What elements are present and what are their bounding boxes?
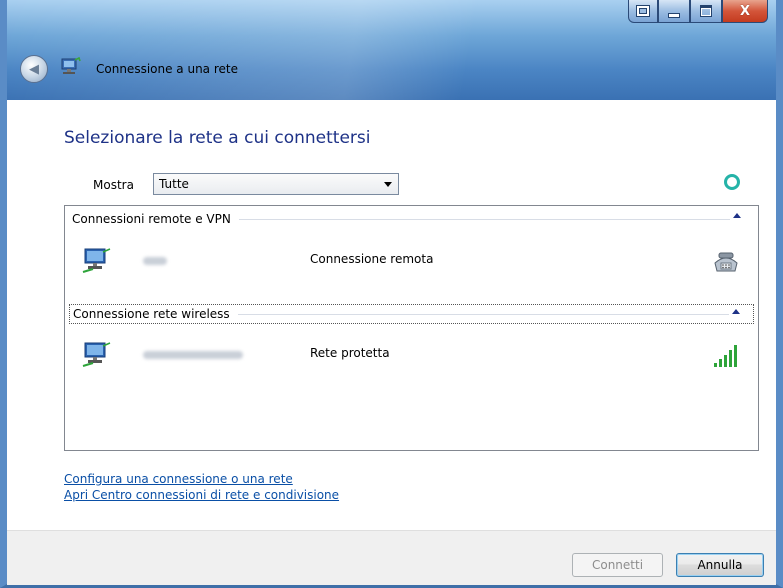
back-button[interactable]: ◀ [20,55,48,83]
group-divider [237,313,729,315]
maximize-icon [700,5,712,17]
filter-label: Mostra [93,178,134,192]
signal-strength-icon [714,345,737,367]
connect-to-network-window: X ◀ Connessione a una rete Selezionare l… [0,0,783,588]
cancel-button[interactable]: Annulla [676,553,764,577]
network-item-remote[interactable]: Connessione remota [69,239,754,283]
setup-connection-link[interactable]: Configura una connessione o una rete [64,471,339,487]
back-arrow-icon: ◀ [29,61,39,77]
network-center-link[interactable]: Apri Centro connessioni di rete e condiv… [64,487,339,503]
redacted-network-name [143,257,167,265]
button-bar: Connetti Annulla [7,530,776,585]
group-title: Connessioni remote e VPN [72,212,231,226]
minimize-icon [668,12,680,18]
switch-window-button[interactable] [628,0,658,23]
connect-button[interactable]: Connetti [572,553,663,577]
window-title: Connessione a una rete [96,62,238,76]
close-button[interactable]: X [722,0,768,23]
title-bar[interactable]: X ◀ Connessione a una rete [7,0,776,100]
collapse-chevron-icon[interactable] [733,213,741,218]
group-header-wireless[interactable]: Connessione rete wireless [69,304,754,324]
filter-selected-value: Tutte [159,177,189,191]
minimize-button[interactable] [658,0,690,23]
dialup-modem-icon [714,252,738,272]
close-icon: X [739,3,751,19]
window-switch-icon [636,5,650,17]
page-heading: Selezionare la rete a cui connettersi [64,128,371,148]
group-header-remote-vpn[interactable]: Connessioni remote e VPN [69,209,754,229]
group-divider [238,218,730,220]
network-icon [59,56,81,78]
links-area: Configura una connessione o una rete Apr… [64,471,339,503]
group-title: Connessione rete wireless [73,307,230,321]
network-type: Rete protetta [310,346,390,360]
maximize-button[interactable] [690,0,722,23]
redacted-network-name [143,351,243,359]
dialog-content: Selezionare la rete a cui connettersi Mo… [7,100,776,530]
dropdown-arrow-icon [384,182,392,187]
network-connection-icon [82,248,111,273]
network-connection-icon [82,342,111,367]
window-controls: X [628,0,768,24]
refresh-icon[interactable] [724,174,740,190]
network-type: Connessione remota [310,252,434,266]
network-item-wireless[interactable]: Rete protetta [69,333,754,377]
network-list[interactable]: Connessioni remote e VPN Connessione rem… [64,205,759,451]
filter-dropdown[interactable]: Tutte [153,173,399,195]
collapse-chevron-icon[interactable] [732,309,740,314]
